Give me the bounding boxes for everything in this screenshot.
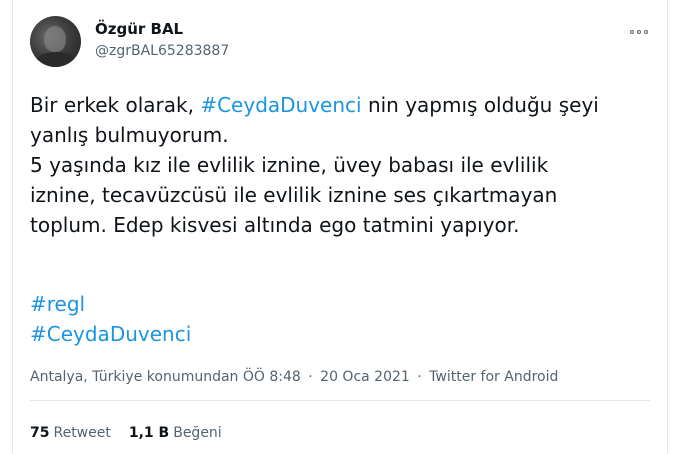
tweet-text: Bir erkek olarak, #CeydaDuvenci nin yapm… [30,90,650,240]
meta-separator: · [308,369,313,385]
more-dot [630,30,634,34]
tweet-line-3: 5 yaşında kız ile evlilik iznine, üvey b… [30,153,549,177]
tweet-source[interactable]: Twitter for Android [429,369,558,385]
hashtag-list: #regl #CeydaDuvenci [30,289,191,349]
tweet-line-1: Bir erkek olarak, #CeydaDuvenci nin yapm… [30,90,650,120]
tweet-time[interactable]: ÖÖ 8:48 [243,369,301,385]
avatar-shoulder [34,52,78,67]
retweets-stat[interactable]: 75 Retweet [30,425,111,441]
tweet-line-5: toplum. Edep kisvesi altında ego tatmini… [30,213,520,237]
more-dot [637,30,641,34]
tweet-stats: 75 Retweet 1,1 B Beğeni [30,425,222,441]
avatar-face [44,26,66,52]
likes-label: Beğeni [173,425,222,441]
likes-count: 1,1 B [128,425,170,441]
hashtag-link[interactable]: #CeydaDuvenci [30,319,191,349]
tweet-line-2: yanlış bulmuyorum. [30,123,229,147]
divider [30,400,650,401]
hashtag-link[interactable]: #CeydaDuvenci [200,93,361,117]
tweet-meta: Antalya, Türkiye konumundan ÖÖ 8:48 · 20… [30,369,558,385]
author-handle[interactable]: @zgrBAL65283887 [95,43,229,59]
author-name[interactable]: Özgür BAL [95,20,183,38]
avatar[interactable] [30,16,81,67]
retweets-label: Retweet [53,425,111,441]
tweet-line-4: iznine, tecavüzcüsü ile evlilik iznine s… [30,183,558,207]
retweets-count: 75 [30,425,50,441]
meta-separator: · [417,369,422,385]
more-options-icon[interactable] [630,27,654,37]
tweet-date[interactable]: 20 Oca 2021 [320,369,410,385]
tweet-location: Antalya, Türkiye konumundan [30,369,239,385]
tweet-text-segment: Bir erkek olarak, [30,93,201,117]
likes-stat[interactable]: 1,1 B Beğeni [129,425,222,441]
hashtag-link[interactable]: #regl [30,289,191,319]
tweet-text-segment: nin yapmış olduğu şeyi [361,93,599,117]
more-dot [644,30,648,34]
